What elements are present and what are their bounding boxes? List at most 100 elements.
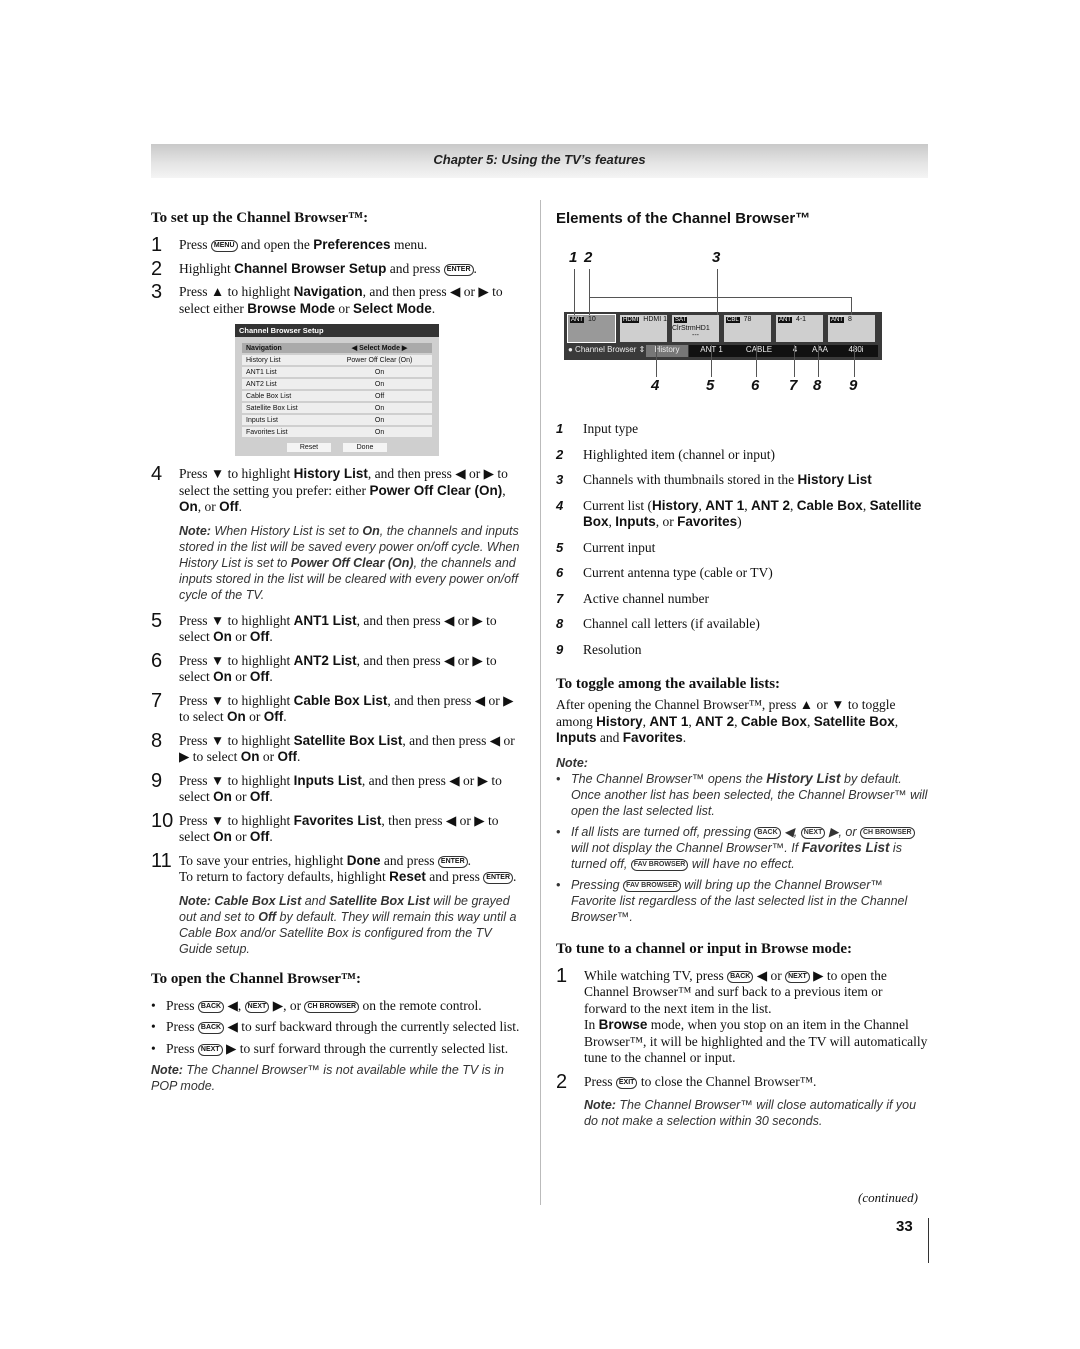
fav-browser-button-icon: FAV BROWSER xyxy=(630,858,689,871)
note: Note: The Channel Browser™ is not availa… xyxy=(151,1063,504,1093)
step: 8 Press ▼ to highlight Satellite Box List… xyxy=(151,729,515,765)
bold-term: On xyxy=(213,829,232,844)
legend-item: 6 Current antenna type (cable or TV) xyxy=(556,565,773,580)
menu-item-value: Power Off Clear (On) xyxy=(327,355,432,365)
right-column: Elements of the Channel Browser™ ANT 10 H… xyxy=(556,210,928,1139)
note: Note: When History List is set to On, th… xyxy=(179,523,520,602)
channel-number: 4 xyxy=(784,345,806,357)
bullet-item: Press NEXT ▶ to surf forward through the… xyxy=(151,1041,526,1058)
bold-term: ANT 1 xyxy=(705,497,745,513)
callout-number: 8 xyxy=(813,377,822,394)
menu-row: Cable Box List Off xyxy=(242,391,432,401)
bold-term: Off xyxy=(249,829,270,844)
bold-term: Preferences xyxy=(313,237,391,252)
bold-term: Off xyxy=(249,669,270,684)
menu-item-label: Inputs List xyxy=(242,415,328,425)
legend-item: 5 Current input xyxy=(556,539,656,555)
step-number: 8 xyxy=(151,729,163,752)
paragraph: After opening the Channel Browser™, pres… xyxy=(556,697,899,745)
menu-item-label: ANT2 List xyxy=(242,379,328,389)
menu-row: History List Power Off Clear (On) xyxy=(242,355,432,365)
channel-browser-diagram: ANT 10 HDMI HDMI 1 SAT ClrStrmHD1 --- CBL 78… xyxy=(556,249,928,421)
bold-term: Inputs xyxy=(615,514,656,529)
step-number: 9 xyxy=(151,769,163,792)
bold-term: Select Mode xyxy=(352,300,432,316)
note-bullet: If all lists are turned off, pressing BA… xyxy=(556,824,928,872)
step-number: 7 xyxy=(151,689,163,712)
channel-thumbnail: HDMI HDMI 1 xyxy=(620,315,667,342)
current-list: History xyxy=(646,345,688,357)
menu-item-label: Navigation xyxy=(242,343,328,353)
legend-item: 3 Channels with thumbnails stored in the … xyxy=(556,472,872,487)
menu-item-value: ◀ Select Mode ▶ xyxy=(327,343,432,353)
bold-term: On xyxy=(226,709,246,724)
thumbnail-label: 78 xyxy=(741,316,752,323)
legend-item: 4 Current list (History, ANT 1, ANT 2, Ca… xyxy=(556,497,922,530)
enter-button-icon: ENTER xyxy=(437,855,468,868)
channel-thumbnail: ANT 8 xyxy=(828,315,875,342)
channel-thumbnail: ANT 10 xyxy=(567,314,616,343)
bold-term: Inputs List xyxy=(293,772,362,788)
step-number: 4 xyxy=(151,463,163,485)
note-label: Note: xyxy=(556,755,588,770)
chapter-title: Chapter 5: Using the TV’s features xyxy=(433,152,646,167)
bold-term: Note: xyxy=(584,1098,616,1112)
step-number: 2 xyxy=(151,257,163,280)
callout-number: 3 xyxy=(712,249,721,266)
step-number: 6 xyxy=(151,649,163,672)
legend-number: 9 xyxy=(556,641,564,657)
bold-term: History xyxy=(596,713,643,729)
legend-item: 1 Input type xyxy=(556,421,639,436)
fav-browser-button-icon: FAV BROWSER xyxy=(623,879,681,892)
section-heading: To set up the Channel Browser™: xyxy=(151,210,369,226)
menu-row: Favorites List On xyxy=(242,427,432,437)
legend-item: 7 Active channel number xyxy=(556,590,709,606)
thumbnail-label: HDMI 1 xyxy=(641,316,668,323)
legend-number: 6 xyxy=(556,565,564,580)
cbl-input-icon: CBL xyxy=(726,317,740,323)
hdmi-input-icon: HDMI xyxy=(622,317,640,323)
step: 7 Press ▼ to highlight Cable Box List, an… xyxy=(151,689,514,725)
thumbnail-label: 10 xyxy=(586,316,596,323)
note-bullet: Pressing FAV BROWSER will bring up the C… xyxy=(556,877,928,925)
callout-line xyxy=(717,269,718,315)
bold-term: On xyxy=(213,669,232,684)
chapter-header: Chapter 5: Using the TV’s features xyxy=(151,144,928,178)
bold-term: ANT2 List xyxy=(293,652,357,668)
bold-term: ANT 2 xyxy=(751,497,791,513)
bold-term: Channel Browser Setup xyxy=(234,260,387,276)
bold-term: Favorites List xyxy=(293,812,382,828)
section-heading: To tune to a channel or input in Browse … xyxy=(556,940,853,957)
bold-term: Satellite Box List xyxy=(329,893,430,908)
thumbnail-label: 8 xyxy=(846,316,852,323)
page-rule xyxy=(928,1218,929,1263)
legend: 1 Input type 2 Highlighted item (channel or… xyxy=(556,421,928,658)
legend-number: 2 xyxy=(556,446,564,462)
bold-term: Off xyxy=(249,629,270,644)
channel-browser-bar: ANT 10 HDMI HDMI 1 SAT ClrStrmHD1 --- CBL 78… xyxy=(564,312,882,360)
bold-term: Done xyxy=(346,852,381,868)
column-divider xyxy=(540,200,541,1205)
menu-item-value: Off xyxy=(327,391,432,401)
back-button-icon: BACK xyxy=(727,970,754,983)
callout-line xyxy=(574,269,575,315)
callout-number: 1 xyxy=(569,249,578,266)
bold-term: Cable Box xyxy=(740,713,807,729)
back-button-icon: BACK xyxy=(754,826,781,839)
resolution: 480i xyxy=(834,345,878,357)
bold-term: On xyxy=(213,789,232,804)
menu-item-value: On xyxy=(327,379,432,389)
exit-button-icon: EXIT xyxy=(615,1076,638,1089)
step: 4 Press ▼ to highlight History List, and … xyxy=(151,463,508,514)
note-bullet: The Channel Browser™ opens the History L… xyxy=(556,771,928,819)
menu-item-value: On xyxy=(327,367,432,377)
step: 5 Press ▼ to highlight ANT1 List, and the… xyxy=(151,609,497,645)
bold-term: Power Off Clear (On) xyxy=(290,555,414,570)
callout-number: 4 xyxy=(651,377,660,394)
menu-item-value: On xyxy=(327,415,432,425)
enter-button-icon: ENTER xyxy=(443,263,474,276)
bold-term: Cable Box xyxy=(796,497,863,513)
ant-input-icon: ANT xyxy=(570,317,584,323)
callout-number: 6 xyxy=(751,377,760,394)
ant-input-icon: ANT xyxy=(778,317,792,323)
